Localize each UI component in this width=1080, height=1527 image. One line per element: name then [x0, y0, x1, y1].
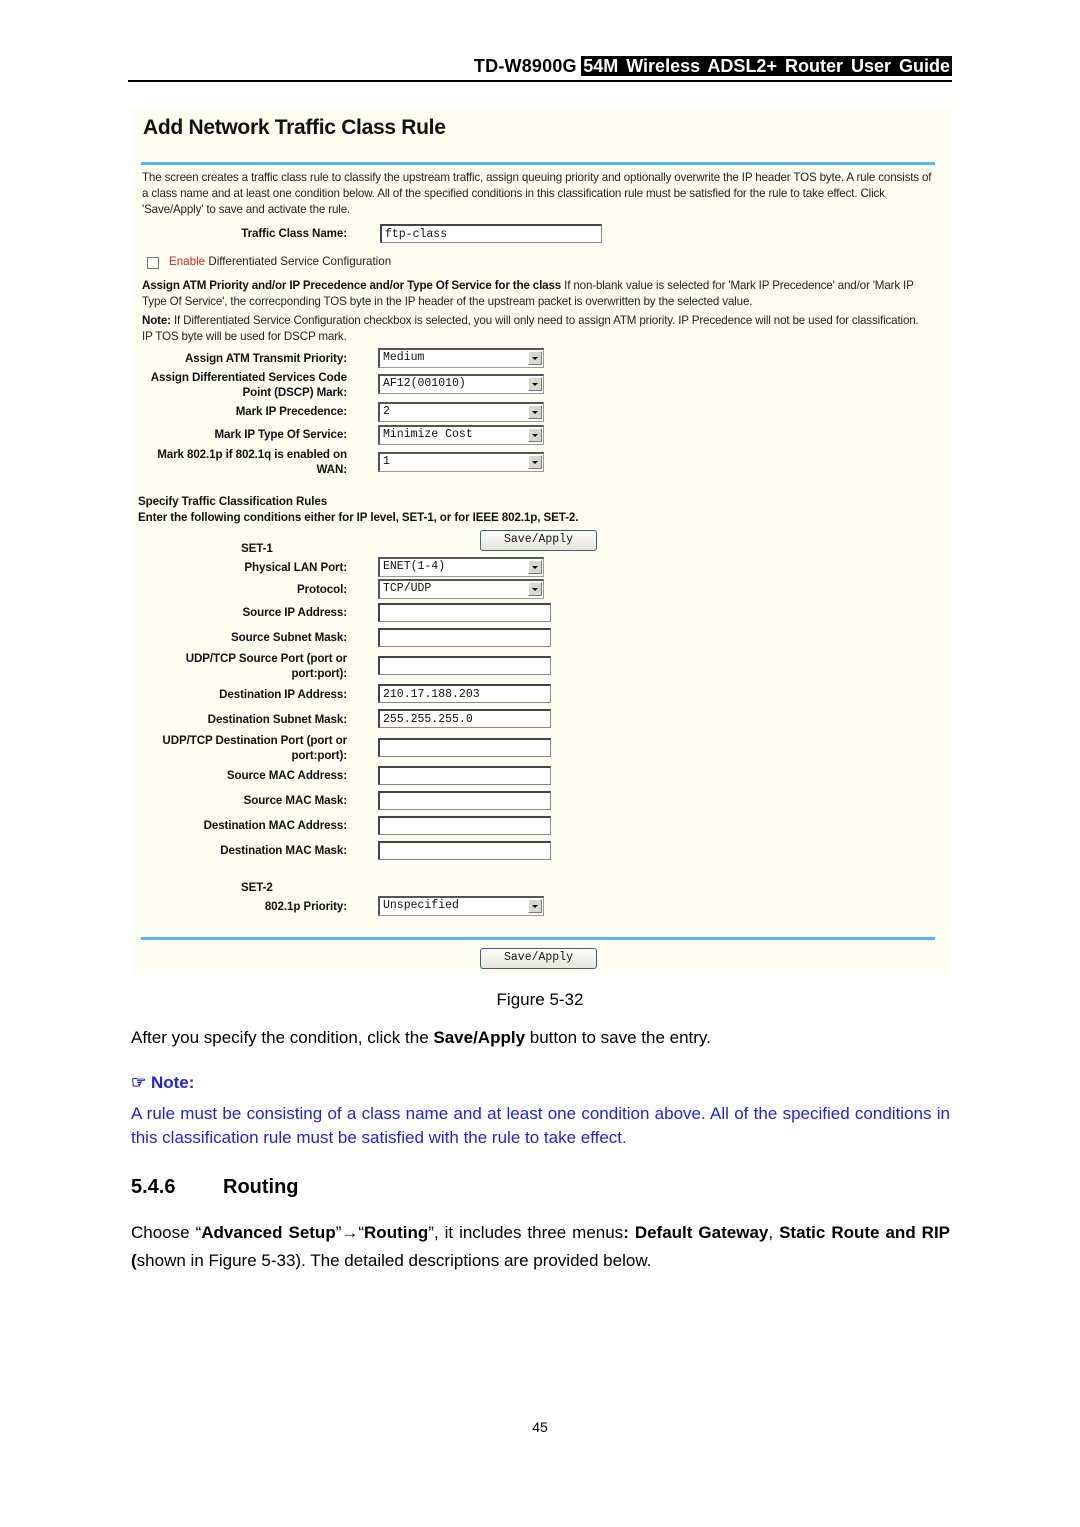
dscp-mark-select[interactable]: AF12(001010) — [378, 374, 544, 394]
traffic-class-name-input[interactable] — [380, 224, 602, 243]
source-mac-address-label: Source MAC Address: — [226, 769, 347, 782]
section-title: Routing — [223, 1176, 299, 1198]
save-apply-button-top[interactable]: Save/Apply — [480, 530, 597, 551]
source-mac-mask-label: Source MAC Mask: — [243, 794, 348, 807]
note-label: Note: — [142, 314, 171, 327]
destination-subnet-mask-label: Destination Subnet Mask: — [207, 713, 347, 726]
guide-title: 54M Wireless ADSL2+ Router User Guide — [581, 56, 952, 76]
chevron-down-icon — [528, 377, 542, 391]
assign-heading: Assign ATM Priority and/or IP Precedence… — [142, 279, 562, 292]
source-subnet-mask-label: Source Subnet Mask: — [231, 631, 347, 644]
section-number: 5.4.6 — [131, 1176, 176, 1198]
divider — [141, 937, 935, 940]
source-ip-input[interactable] — [378, 603, 551, 622]
8021p-priority-select[interactable]: Unspecified — [378, 896, 544, 916]
destination-subnet-mask-input[interactable] — [378, 709, 551, 728]
destination-ip-label: Destination IP Address: — [219, 688, 347, 701]
mark-8021p-select[interactable]: 1 — [378, 452, 544, 472]
chevron-down-icon — [528, 455, 542, 469]
mark-8021p-label: Mark 802.1p if 802.1q is enabled on WAN: — [157, 448, 347, 476]
note-heading: ☞ Note: — [131, 1073, 195, 1092]
source-mac-mask-input[interactable] — [378, 791, 551, 810]
chevron-down-icon — [528, 582, 542, 596]
atm-priority-label: Assign ATM Transmit Priority: — [184, 352, 347, 365]
ip-tos-label: Mark IP Type Of Service: — [214, 428, 348, 441]
figure-caption: Figure 5-32 — [496, 990, 584, 1009]
traffic-class-name-label: Traffic Class Name: — [241, 227, 347, 240]
running-header: TD-W8900G 54M Wireless ADSL2+ Router Use… — [128, 56, 952, 82]
protocol-label: Protocol: — [297, 583, 347, 596]
enable-diffserv-label: Enable Differentiated Service Configurat… — [169, 255, 391, 268]
source-port-label: UDP/TCP Source Port (port or port:port): — [185, 652, 347, 680]
note-body: A rule must be consisting of a class nam… — [131, 1104, 950, 1147]
diffserv-text: Differentiated Service Configuration — [205, 255, 392, 268]
intro-text: The screen creates a traffic class rule … — [142, 171, 932, 216]
page-number: 45 — [532, 1419, 548, 1435]
note-description: Note: If Differentiated Service Configur… — [142, 313, 932, 345]
source-mac-address-input[interactable] — [378, 766, 551, 785]
protocol-select[interactable]: TCP/UDP — [378, 579, 544, 599]
ip-precedence-label: Mark IP Precedence: — [235, 405, 347, 418]
note-text: If Differentiated Service Configuration … — [142, 314, 919, 343]
pointing-hand-icon: ☞ — [131, 1073, 147, 1092]
chevron-down-icon — [528, 351, 542, 365]
source-port-input[interactable] — [378, 656, 551, 675]
rules-subheading: Enter the following conditions either fo… — [138, 511, 579, 524]
ip-tos-select[interactable]: Minimize Cost — [378, 425, 544, 445]
destination-mac-mask-label: Destination MAC Mask: — [220, 844, 347, 857]
divider — [141, 162, 935, 165]
ip-precedence-select[interactable]: 2 — [378, 402, 544, 422]
destination-ip-input[interactable] — [378, 684, 551, 703]
chevron-down-icon — [528, 428, 542, 442]
rules-heading: Specify Traffic Classification Rules — [138, 495, 328, 508]
set1-label: SET-1 — [241, 542, 273, 555]
model-name: TD-W8900G — [473, 56, 577, 76]
after-paragraph: After you specify the condition, click t… — [131, 1028, 711, 1047]
destination-mac-mask-input[interactable] — [378, 841, 551, 860]
source-ip-label: Source IP Address: — [242, 606, 347, 619]
enable-word: Enable — [169, 255, 206, 268]
panel-title: Add Network Traffic Class Rule — [143, 116, 446, 139]
destination-port-label: UDP/TCP Destination Port (port or port:p… — [162, 734, 347, 762]
traffic-class-rule-panel: Add Network Traffic Class Rule The scree… — [131, 108, 950, 974]
assign-description: Assign ATM Priority and/or IP Precedence… — [142, 278, 932, 310]
section-heading: 5.4.6 Routing — [131, 1176, 299, 1199]
save-apply-button-bottom[interactable]: Save/Apply — [480, 948, 597, 969]
chevron-down-icon — [528, 899, 542, 913]
save-apply-ref: Save/Apply — [433, 1028, 526, 1047]
dscp-mark-label: Assign Differentiated Services Code Poin… — [150, 371, 347, 399]
set2-label: SET-2 — [241, 881, 273, 894]
source-subnet-mask-input[interactable] — [378, 628, 551, 647]
destination-mac-address-input[interactable] — [378, 816, 551, 835]
destination-mac-address-label: Destination MAC Address: — [203, 819, 348, 832]
8021p-priority-label: 802.1p Priority: — [264, 900, 347, 913]
enable-diffserv-checkbox[interactable] — [147, 257, 159, 269]
atm-priority-select[interactable]: Medium — [378, 348, 544, 368]
physical-lan-port-select[interactable]: ENET(1-4) — [378, 557, 544, 577]
chevron-down-icon — [528, 405, 542, 419]
routing-paragraph: Choose “Advanced Setup”→“Routing”, it in… — [131, 1223, 951, 1270]
destination-port-input[interactable] — [378, 738, 551, 757]
chevron-down-icon — [528, 560, 542, 574]
physical-lan-port-label: Physical LAN Port: — [244, 561, 347, 574]
